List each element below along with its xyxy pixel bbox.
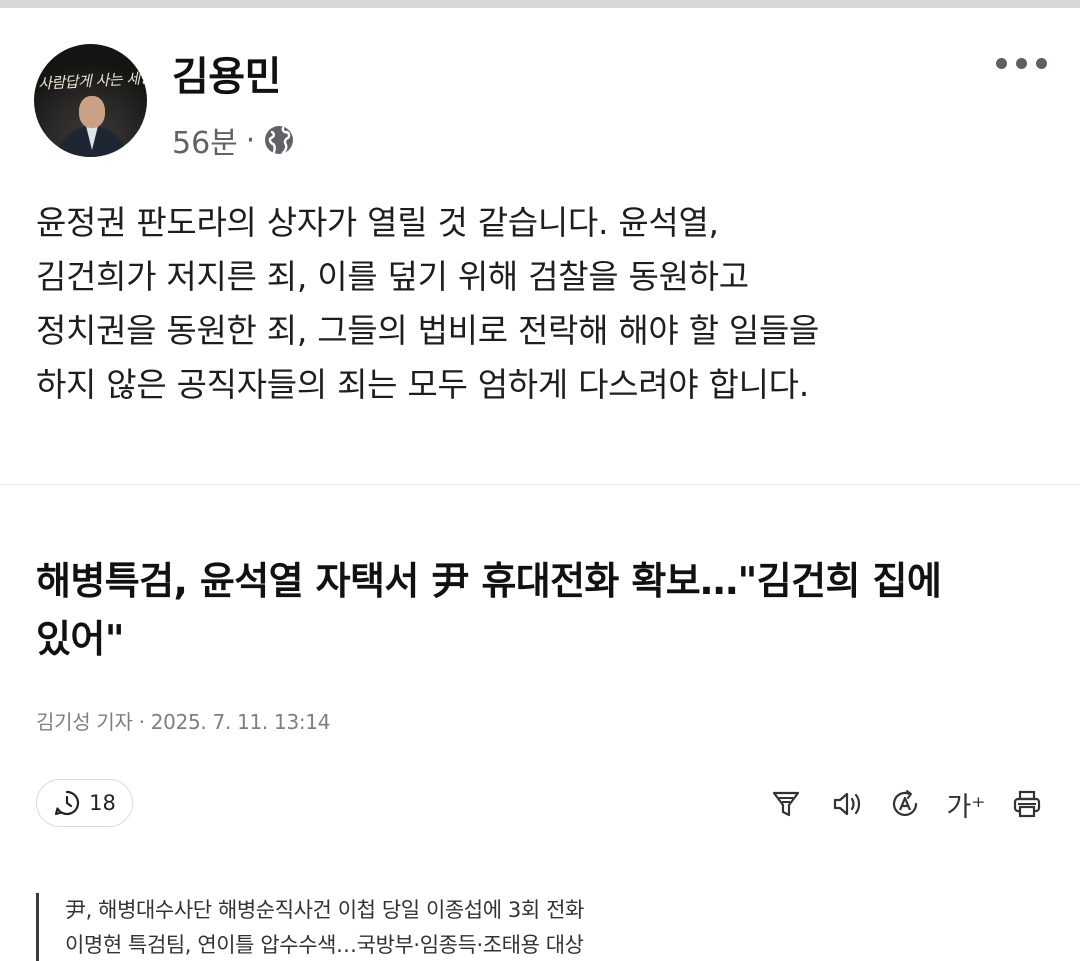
translate-icon[interactable] [883,782,927,826]
summary-filter-icon[interactable] [764,782,808,826]
post-text-line: 하지 않은 공직자들의 죄는 모두 엄하게 다스려야 합니다. [36,365,809,404]
more-options-icon[interactable] [996,58,1047,69]
meta-separator: · [245,122,256,158]
post-text-line: 김건희가 저지른 죄, 이를 덮기 위해 검찰을 동원하고 [36,257,749,296]
post-time[interactable]: 56분 [172,118,238,162]
speaker-icon[interactable] [825,782,869,826]
comments-button[interactable]: 18 [36,779,133,827]
comment-count: 18 [89,791,116,815]
headline-line: 있어" [36,617,125,661]
section-divider [0,484,1080,485]
article-byline: 김기성 기자 · 2025. 7. 11. 13:14 [36,710,331,734]
author-avatar[interactable]: 사람답게 사는 세상 [34,44,147,157]
summary-line: 이명현 특검팀, 연이틀 압수수색…국방부·임종득·조태용 대상 [65,933,584,957]
comment-clock-icon [55,790,80,816]
post-text-line: 정치권을 동원한 죄, 그들의 법비로 전락해 해야 할 일들을 [36,311,820,350]
summary-line: 尹, 해병대수사단 해병순직사건 이첩 당일 이종섭에 3회 전화 [65,898,584,922]
article-summary: 尹, 해병대수사단 해병순직사건 이첩 당일 이종섭에 3회 전화 이명현 특검… [36,893,584,961]
printer-icon[interactable] [1005,782,1049,826]
avatar-lettering: 사람답게 사는 세상 [37,68,147,93]
article-headline[interactable]: 해병특검, 윤석열 자택서 尹 휴대전화 확보…"김건희 집에 있어" [36,552,1046,668]
headline-line: 해병특검, 윤석열 자택서 尹 휴대전화 확보…"김건희 집에 [36,559,942,603]
post-text-line: 윤정권 판도라의 상자가 열릴 것 같습니다. 윤석열, [36,203,719,242]
globe-icon [265,126,294,155]
font-size-button[interactable]: 가⁺ [944,782,988,826]
top-divider [0,0,1080,8]
font-size-label: 가⁺ [946,791,986,823]
post-text: 윤정권 판도라의 상자가 열릴 것 같습니다. 윤석열, 김건희가 저지른 죄,… [36,196,1046,412]
post-meta: 56분 · [172,118,295,162]
author-name[interactable]: 김용민 [172,44,281,102]
